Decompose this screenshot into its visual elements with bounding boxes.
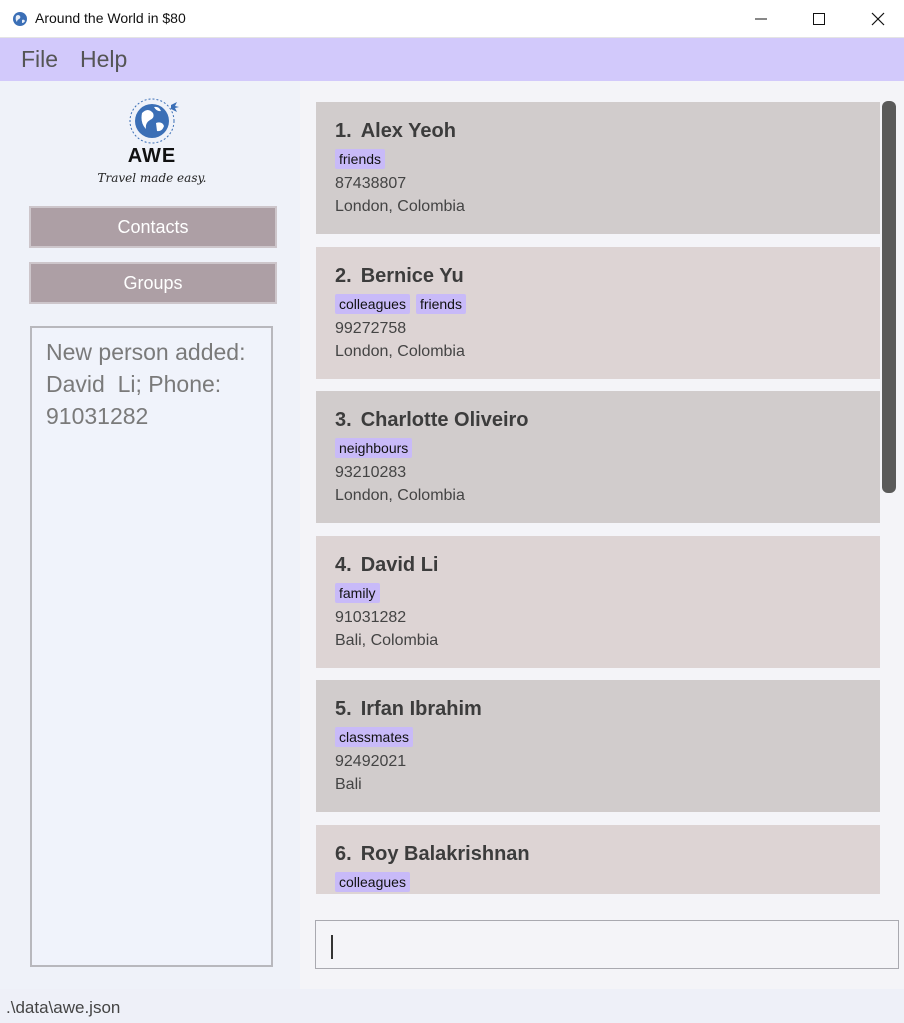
text-caret bbox=[331, 935, 333, 959]
contact-index: 5. bbox=[335, 698, 352, 721]
contact-index: 2. bbox=[335, 264, 352, 287]
contact-tags: neighbours bbox=[335, 438, 861, 461]
contact-name: Bernice Yu bbox=[360, 264, 464, 287]
contact-tags: colleagues friends bbox=[335, 293, 861, 317]
contact-phone: 91031282 bbox=[335, 608, 407, 626]
maximize-button[interactable] bbox=[796, 0, 842, 38]
contact-phone: 92492021 bbox=[335, 753, 407, 771]
close-icon bbox=[871, 12, 885, 26]
contact-header: 2. Bernice Yu bbox=[335, 265, 861, 294]
contacts-button[interactable]: Contacts bbox=[29, 206, 277, 248]
contact-name: Roy Balakrishnan bbox=[360, 843, 530, 865]
contact-tags: friends bbox=[335, 149, 861, 172]
contact-header: 1. Alex Yeoh bbox=[335, 120, 861, 149]
contact-index: 4. bbox=[335, 553, 352, 576]
tag-label: classmates bbox=[335, 727, 414, 748]
contact-card[interactable]: 1. Alex Yeoh friends 87438807 London, Colomb… bbox=[316, 102, 880, 234]
contact-card[interactable]: 6. Roy Balakrishnan colleagues bbox=[316, 825, 880, 894]
contact-index: 1. bbox=[335, 120, 352, 142]
contact-card[interactable]: 2. Bernice Yu colleagues friends 99272758 Lon… bbox=[316, 246, 880, 379]
contact-list-panel: 1. Alex Yeoh friends 87438807 London, Colomb… bbox=[300, 81, 904, 989]
contact-index: 3. bbox=[335, 409, 352, 432]
contact-name: David Li bbox=[360, 553, 439, 576]
tag-label: friends bbox=[415, 293, 466, 314]
contact-header: 3. Charlotte Oliveiro bbox=[335, 409, 861, 438]
contact-header: 4. David Li bbox=[335, 554, 861, 583]
contact-index: 6. bbox=[335, 843, 352, 865]
contact-address: Bali, Colombia bbox=[335, 631, 439, 649]
menu-file[interactable]: File bbox=[21, 46, 58, 73]
contact-list-scrollbar[interactable] bbox=[882, 101, 896, 493]
contact-tags: family bbox=[335, 582, 861, 606]
contact-card[interactable]: 4. David Li family 91031282 Bali, Colombia bbox=[316, 535, 880, 668]
contact-tags: colleagues bbox=[335, 872, 861, 894]
contact-card[interactable]: 5. Irfan Ibrahim classmates 92492021 Bali bbox=[316, 680, 880, 813]
sidebar: AWE Travel made easy. Contacts Groups Ne… bbox=[0, 81, 300, 989]
tag-label: family bbox=[335, 582, 380, 603]
contact-address: Bali bbox=[335, 776, 362, 794]
contact-card[interactable]: 3. Charlotte Oliveiro neighbours 93210283 Lo… bbox=[316, 391, 880, 524]
tag-label: colleagues bbox=[335, 872, 410, 892]
tag-label: neighbours bbox=[335, 438, 413, 459]
contact-address: London, Colombia bbox=[335, 342, 465, 360]
contact-phone: 87438807 bbox=[335, 175, 407, 192]
app-logo: AWE Travel made easy. bbox=[96, 97, 208, 192]
contact-name: Alex Yeoh bbox=[360, 120, 456, 142]
close-button[interactable] bbox=[855, 0, 901, 38]
contact-phone: 99272758 bbox=[335, 319, 407, 337]
contact-tags: classmates bbox=[335, 727, 861, 750]
result-display: New person added: David Li; Phone: 91031… bbox=[30, 326, 273, 967]
maximize-icon bbox=[813, 13, 825, 25]
groups-button[interactable]: Groups bbox=[29, 262, 277, 304]
window-title: Around the World in $80 bbox=[35, 10, 186, 26]
globe-logo-icon bbox=[129, 98, 179, 144]
contact-address: London, Colombia bbox=[335, 198, 465, 215]
contact-address: London, Colombia bbox=[335, 487, 465, 505]
menu-help[interactable]: Help bbox=[80, 46, 127, 73]
contact-name: Irfan Ibrahim bbox=[360, 698, 482, 721]
contact-name: Charlotte Oliveiro bbox=[360, 409, 529, 432]
contact-list[interactable]: 1. Alex Yeoh friends 87438807 London, Colomb… bbox=[316, 102, 880, 894]
logo-tagline: Travel made easy. bbox=[97, 171, 207, 185]
globe-icon bbox=[13, 12, 27, 26]
contact-phone: 93210283 bbox=[335, 464, 407, 482]
tag-label: colleagues bbox=[335, 293, 410, 314]
result-text: New person added: David Li; Phone: 91031… bbox=[46, 339, 246, 429]
logo-wordmark: AWE bbox=[127, 145, 177, 167]
contact-header: 6. Roy Balakrishnan bbox=[335, 843, 861, 872]
title-bar: Around the World in $80 bbox=[0, 0, 904, 38]
data-file-path: .\data\awe.json bbox=[6, 998, 121, 1017]
command-input[interactable] bbox=[315, 920, 899, 969]
minimize-button[interactable] bbox=[738, 0, 784, 38]
status-bar: .\data\awe.json bbox=[0, 989, 904, 1023]
minimize-icon bbox=[755, 18, 767, 20]
menu-bar: File Help bbox=[0, 38, 904, 81]
contact-header: 5. Irfan Ibrahim bbox=[335, 698, 861, 727]
tag-label: friends bbox=[335, 149, 386, 169]
